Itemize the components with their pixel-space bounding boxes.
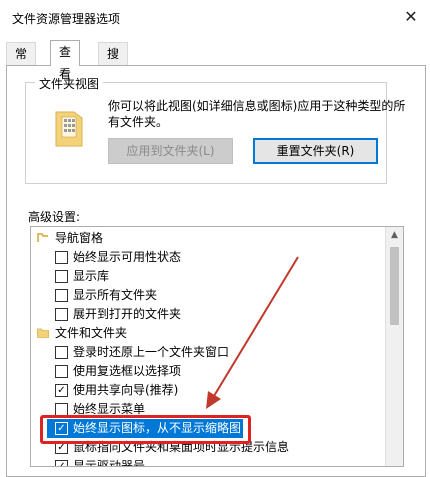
checkbox[interactable] (55, 346, 68, 359)
category-navigation-pane: 导航窗格 (31, 229, 383, 248)
list-item[interactable]: 始终显示菜单 (31, 400, 383, 419)
option-label: 始终显示菜单 (73, 402, 146, 416)
checkbox[interactable] (55, 365, 68, 378)
option-label: 鼠标指向文件夹和桌面项时显示提示信息 (73, 440, 290, 454)
checkbox[interactable] (55, 270, 68, 283)
advanced-settings-list[interactable]: 导航窗格 始终显示可用性状态 显示库 显示所有文件夹 展开到打开的文件夹 文件和… (30, 226, 404, 467)
checkbox[interactable] (55, 308, 68, 321)
option-label: 展开到打开的文件夹 (73, 307, 182, 321)
vertical-scrollbar[interactable]: ▲ (385, 227, 403, 466)
option-label: 登录时还原上一个文件夹窗口 (73, 345, 230, 359)
scroll-up-icon[interactable]: ▲ (386, 227, 403, 244)
list-item[interactable]: 显示库 (31, 267, 383, 286)
navigation-pane-icon (37, 233, 48, 242)
option-label: 使用复选框以选择项 (73, 364, 182, 378)
checkbox[interactable] (55, 251, 68, 264)
list-item[interactable]: ✓ 鼠标指向文件夹和桌面项时显示提示信息 (31, 438, 383, 457)
checkbox[interactable]: ✓ (55, 384, 68, 397)
list-item[interactable]: 登录时还原上一个文件夹窗口 (31, 343, 383, 362)
reset-folders-button[interactable]: 重置文件夹(R) (253, 138, 378, 164)
scrollbar-thumb[interactable] (390, 247, 399, 325)
list-item[interactable]: ✓ 使用共享向导(推荐) (31, 381, 383, 400)
option-label: 显示库 (73, 269, 110, 283)
checkbox[interactable]: ✓ (55, 460, 68, 466)
list-item-selected[interactable]: ✓ 始终显示图标，从不显示缩略图 (47, 419, 243, 438)
checkbox[interactable]: ✓ (55, 441, 68, 454)
apply-to-folders-button[interactable]: 应用到文件夹(L) (108, 138, 233, 164)
checkbox[interactable] (55, 289, 68, 302)
tab-general[interactable]: 常规 (6, 42, 37, 83)
folder-view-description: 你可以将此视图(如详细信息或图标)应用于这种类型的所有文件夹。 (108, 99, 406, 129)
option-label: 使用共享向导(推荐) (73, 383, 179, 397)
checkbox[interactable] (55, 403, 68, 416)
advanced-settings-label: 高级设置: (28, 210, 81, 224)
list-item[interactable]: 显示所有文件夹 (31, 286, 383, 305)
title-bar: 文件资源管理器选项 ✕ (0, 0, 430, 36)
checkbox[interactable]: ✓ (55, 422, 68, 435)
close-icon[interactable]: ✕ (400, 6, 422, 28)
category-label: 文件和文件夹 (55, 326, 128, 340)
option-label: 始终显示图标，从不显示缩略图 (73, 421, 242, 435)
tab-view[interactable]: 查看 (50, 40, 81, 81)
tab-search[interactable]: 搜索 (98, 42, 129, 83)
category-files-and-folders: 文件和文件夹 (31, 324, 383, 343)
list-item[interactable]: 展开到打开的文件夹 (31, 305, 383, 324)
option-label: 显示驱动器号 (73, 459, 146, 467)
folder-view-icon (55, 111, 83, 147)
list-item[interactable]: 使用复选框以选择项 (31, 362, 383, 381)
list-item[interactable]: ✓ 显示驱动器号 (31, 457, 383, 467)
folder-icon (37, 328, 49, 338)
category-label: 导航窗格 (55, 231, 104, 245)
option-label: 始终显示可用性状态 (73, 250, 182, 264)
window-title: 文件资源管理器选项 (12, 12, 121, 26)
list-item[interactable]: 始终显示可用性状态 (31, 248, 383, 267)
option-label: 显示所有文件夹 (73, 288, 158, 302)
